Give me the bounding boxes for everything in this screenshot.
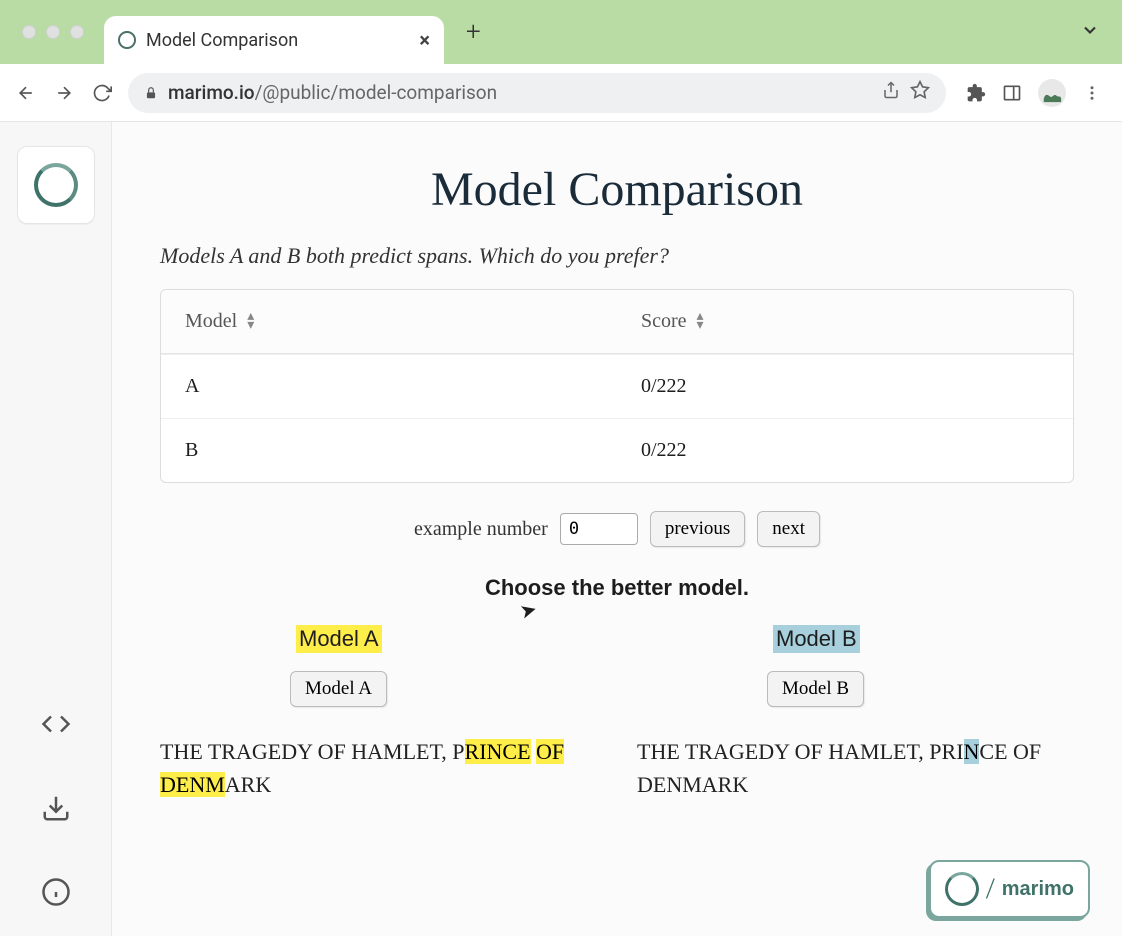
marimo-badge[interactable]: / marimo xyxy=(929,860,1090,918)
marimo-logo-icon xyxy=(945,872,979,906)
cell-score: 0/222 xyxy=(617,355,1073,418)
sort-icon: ▴▾ xyxy=(697,313,702,330)
menu-icon[interactable] xyxy=(1082,83,1102,103)
tab-favicon-icon xyxy=(118,31,136,49)
page-title: Model Comparison xyxy=(160,162,1074,217)
download-button[interactable] xyxy=(36,788,76,828)
share-icon[interactable] xyxy=(882,81,900,104)
browser-tab-strip: Model Comparison × + xyxy=(0,0,1122,64)
app-sidebar xyxy=(0,122,112,936)
table-row: A 0/222 xyxy=(161,354,1073,418)
browser-toolbar: marimo.io/@public/model-comparison xyxy=(0,64,1122,122)
highlight-span: N xyxy=(964,739,980,764)
window-controls xyxy=(10,25,96,39)
app-logo-button[interactable] xyxy=(17,146,95,224)
choose-model-a-button[interactable]: Model A xyxy=(290,671,387,707)
profile-avatar[interactable] xyxy=(1038,79,1066,107)
next-button[interactable]: next xyxy=(757,511,820,547)
bookmark-icon[interactable] xyxy=(910,80,930,105)
reload-button[interactable] xyxy=(90,81,114,105)
back-button[interactable] xyxy=(14,81,38,105)
badge-text: marimo xyxy=(1002,878,1074,901)
browser-tab[interactable]: Model Comparison × xyxy=(104,16,444,64)
extensions-icon[interactable] xyxy=(966,83,986,103)
window-close-icon[interactable] xyxy=(22,25,36,39)
address-bar[interactable]: marimo.io/@public/model-comparison xyxy=(128,73,946,113)
url-path: /@public/model-comparison xyxy=(255,81,498,104)
sort-icon: ▴▾ xyxy=(247,313,252,330)
example-number-input[interactable] xyxy=(560,513,638,545)
model-b-label: Model B xyxy=(773,625,860,653)
tab-close-icon[interactable]: × xyxy=(419,28,430,52)
previous-button[interactable]: previous xyxy=(650,511,745,547)
table-header-score[interactable]: Score ▴▾ xyxy=(617,290,1073,353)
example-number-label: example number xyxy=(414,518,548,541)
column-model-a: Model A Model A THE TRAGEDY OF HAMLET, P… xyxy=(160,625,597,801)
new-tab-button[interactable]: + xyxy=(466,17,481,47)
model-a-label: Model A xyxy=(296,625,382,653)
column-model-b: Model B Model B THE TRAGEDY OF HAMLET, P… xyxy=(637,625,1074,801)
marimo-logo-icon xyxy=(34,163,78,207)
page-subtitle: Models A and B both predict spans. Which… xyxy=(160,243,1074,269)
tab-title: Model Comparison xyxy=(146,30,409,51)
forward-button[interactable] xyxy=(52,81,76,105)
window-minimize-icon[interactable] xyxy=(46,25,60,39)
example-nav: example number previous next xyxy=(160,511,1074,547)
info-button[interactable] xyxy=(36,872,76,912)
code-view-button[interactable] xyxy=(36,704,76,744)
window-maximize-icon[interactable] xyxy=(70,25,84,39)
cell-model: A xyxy=(161,355,617,418)
side-panel-icon[interactable] xyxy=(1002,83,1022,103)
tab-overflow-icon[interactable] xyxy=(1080,20,1100,45)
passage-model-a: THE TRAGEDY OF HAMLET, PRINCE OF DENMARK xyxy=(160,735,597,801)
url-domain: marimo.io xyxy=(168,81,255,104)
highlight-span: RINCE xyxy=(465,739,531,764)
main-content: Model Comparison Models A and B both pre… xyxy=(112,122,1122,936)
table-row: B 0/222 xyxy=(161,418,1073,482)
cell-model: B xyxy=(161,419,617,482)
table-header-model[interactable]: Model ▴▾ xyxy=(161,290,617,353)
score-table: Model ▴▾ Score ▴▾ A 0/222 B 0/222 xyxy=(160,289,1074,483)
lock-icon xyxy=(144,86,158,100)
choose-heading: Choose the better model. xyxy=(160,575,1074,601)
cell-score: 0/222 xyxy=(617,419,1073,482)
passage-model-b: THE TRAGEDY OF HAMLET, PRINCE OF DENMARK xyxy=(637,735,1074,801)
choose-model-b-button[interactable]: Model B xyxy=(767,671,864,707)
